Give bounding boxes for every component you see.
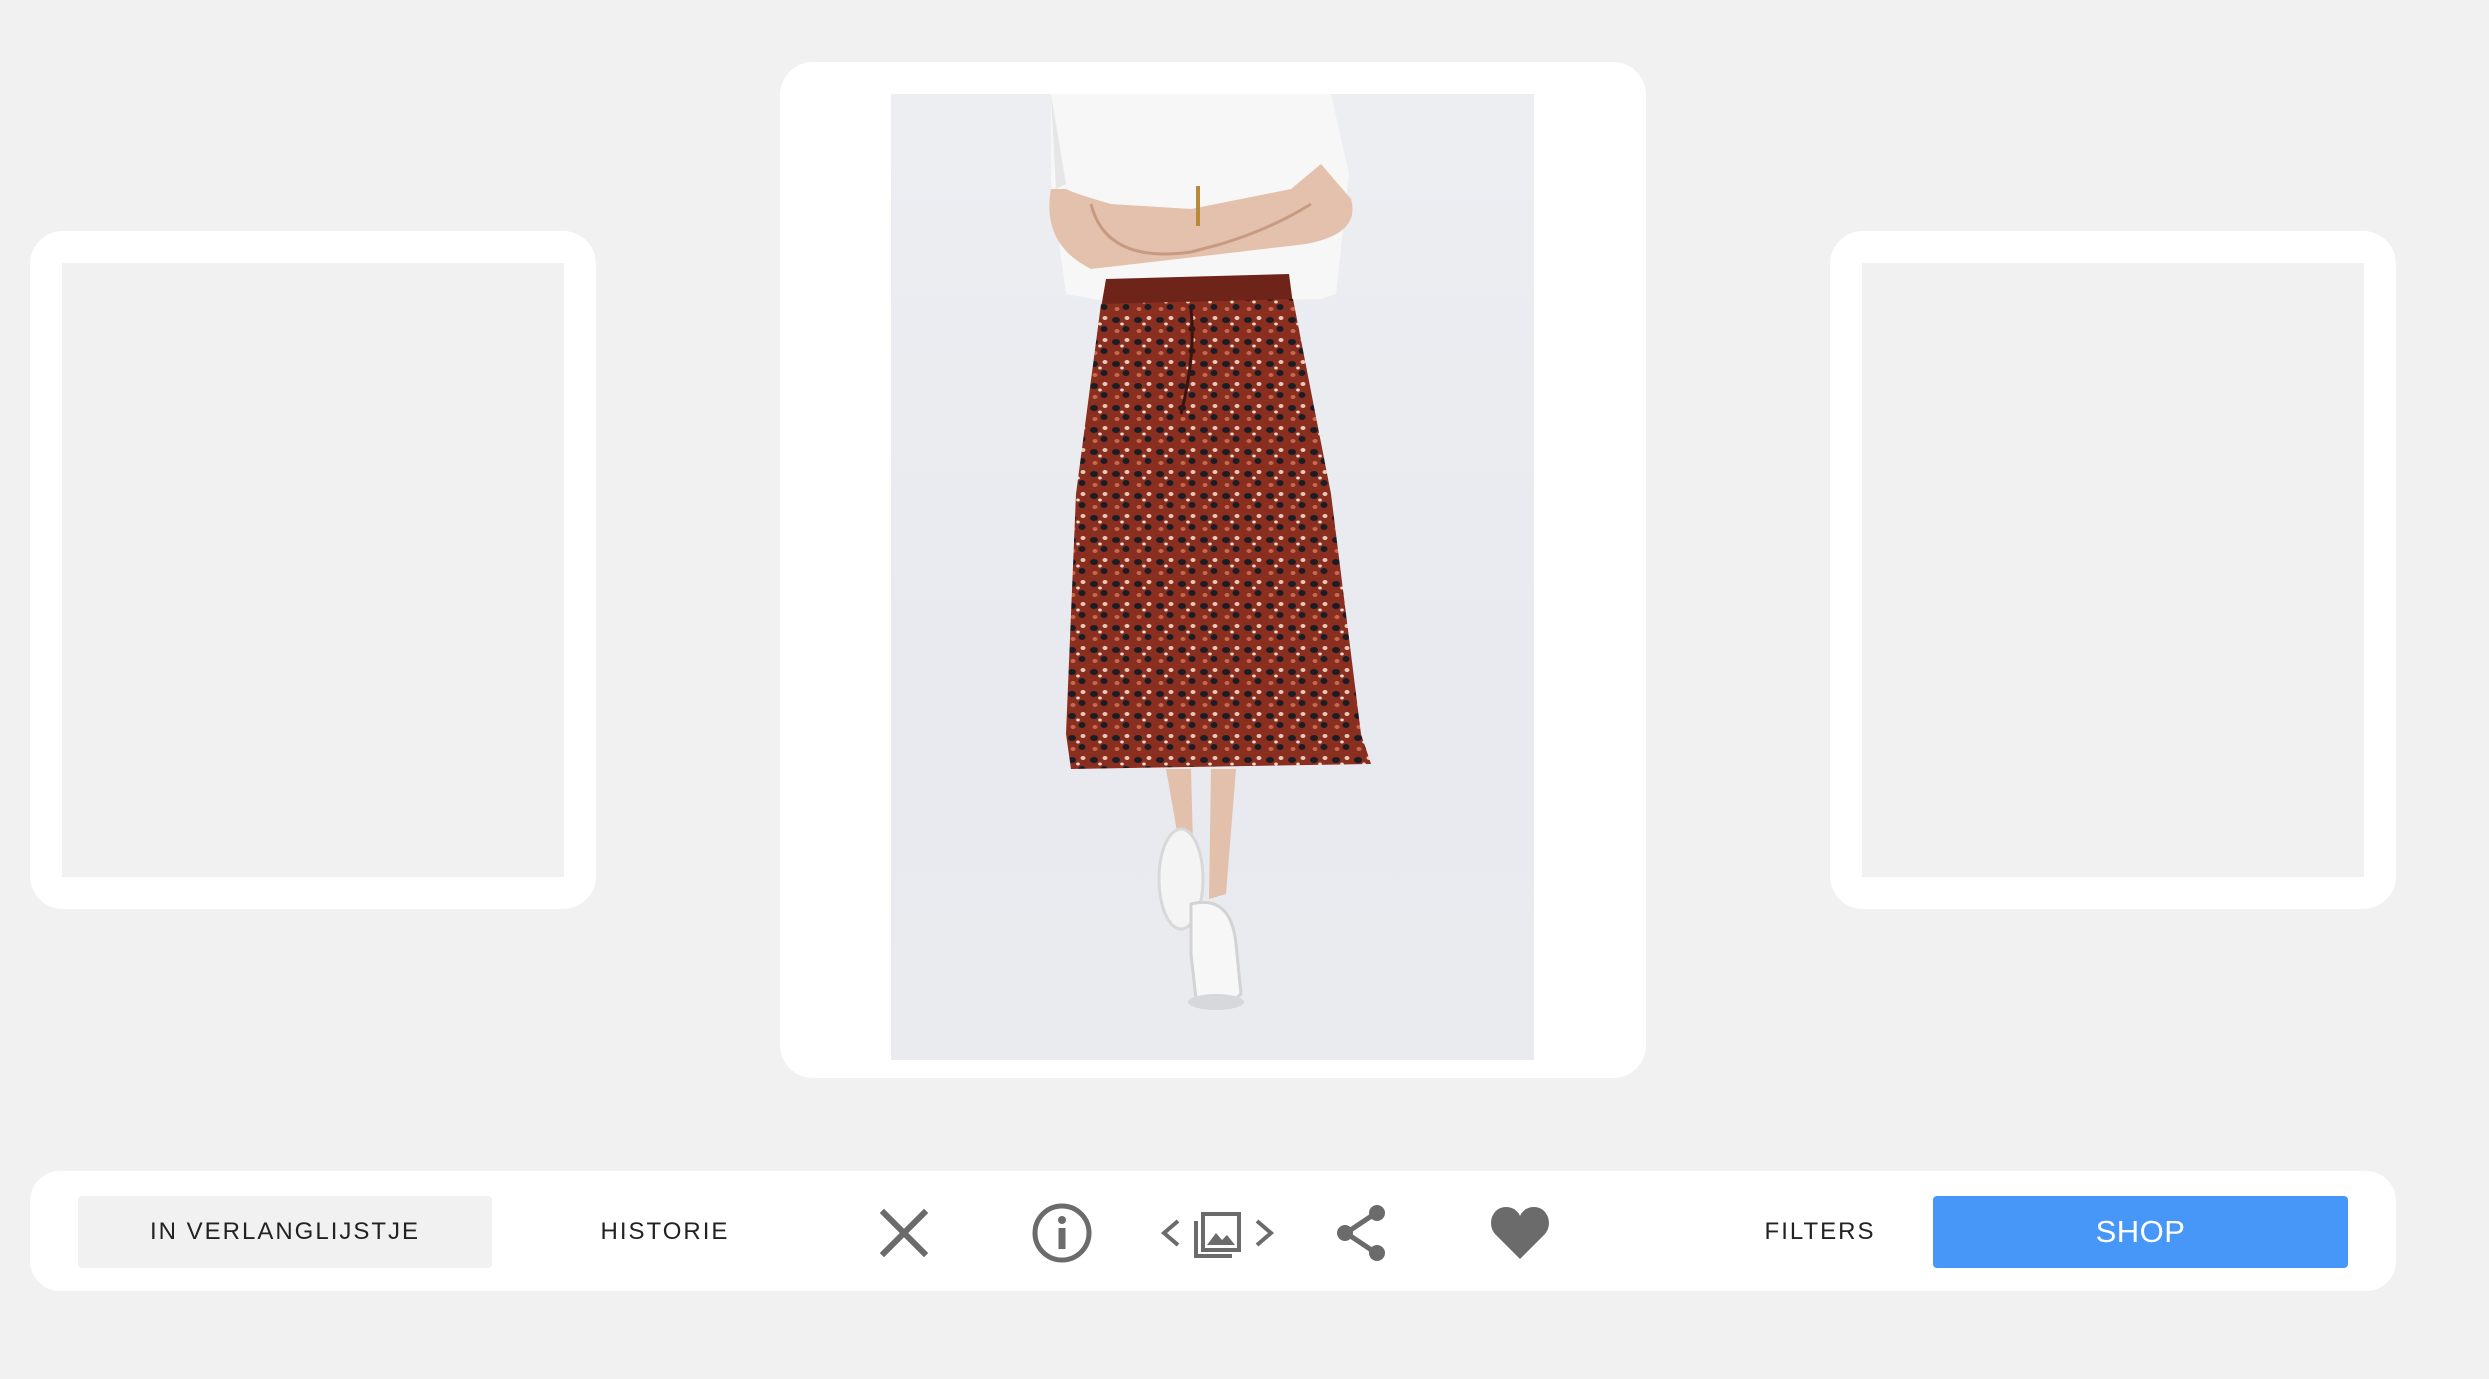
image-gallery-icon[interactable] — [1190, 1201, 1246, 1265]
wishlist-button[interactable]: IN VERLANGLIJSTJE — [78, 1196, 492, 1268]
chevron-left-icon[interactable] — [1150, 1201, 1190, 1265]
chevron-right-icon[interactable] — [1245, 1201, 1285, 1265]
heart-icon[interactable] — [1488, 1201, 1552, 1265]
history-button[interactable]: HISTORIE — [500, 1196, 830, 1268]
next-product-image-placeholder — [1862, 263, 2364, 877]
product-image — [891, 94, 1534, 1060]
product-photo-illustration — [1049, 94, 1371, 1010]
close-icon[interactable] — [872, 1201, 936, 1265]
next-product-card[interactable] — [1830, 231, 2396, 909]
shop-button[interactable]: SHOP — [1933, 1196, 2348, 1268]
prev-product-card[interactable] — [30, 231, 596, 909]
current-product-card[interactable] — [780, 62, 1646, 1078]
bottom-toolbar: IN VERLANGLIJSTJE HISTORIE FILTERS SHOP — [30, 1171, 2396, 1291]
share-icon[interactable] — [1330, 1201, 1394, 1265]
prev-product-image-placeholder — [62, 263, 564, 877]
info-icon[interactable] — [1030, 1201, 1094, 1265]
